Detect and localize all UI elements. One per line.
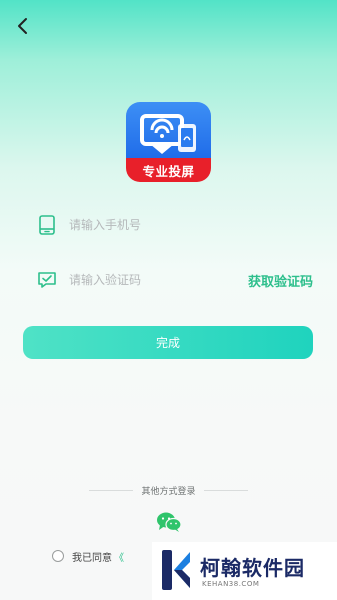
agreement-checkbox[interactable] <box>52 550 64 562</box>
back-button[interactable] <box>14 16 34 36</box>
phone-row <box>36 210 313 240</box>
wechat-icon <box>157 512 182 532</box>
wechat-login-button[interactable] <box>156 511 182 533</box>
message-check-icon <box>38 272 56 288</box>
other-login-divider: 其他方式登录 <box>0 482 337 498</box>
code-input[interactable] <box>69 273 248 287</box>
get-code-button[interactable]: 获取验证码 <box>248 271 313 290</box>
watermark-url: KEHAN38.COM <box>202 580 260 588</box>
agreement-row: 我已同意 《 <box>52 548 124 564</box>
agreement-link[interactable]: 《 <box>114 549 124 564</box>
watermark-title: 柯翰软件园 <box>200 556 305 580</box>
divider-right <box>203 489 248 491</box>
logo-caption: 专业投屏 <box>126 158 211 182</box>
divider-left <box>89 489 134 491</box>
cast-screen-icon <box>140 114 196 154</box>
code-row: 获取验证码 <box>36 265 313 295</box>
app-logo: 专业投屏 <box>126 102 211 182</box>
phone-input[interactable] <box>69 218 313 232</box>
watermark: 柯翰软件园 KEHAN38.COM <box>152 542 337 600</box>
submit-button[interactable]: 完成 <box>23 326 313 359</box>
phone-icon <box>39 215 55 235</box>
agreement-text: 我已同意 <box>72 552 112 564</box>
other-login-label: 其他方式登录 <box>141 486 196 497</box>
watermark-logo-icon <box>162 550 190 590</box>
logo-background <box>126 102 211 162</box>
chevron-left-icon <box>18 18 27 34</box>
